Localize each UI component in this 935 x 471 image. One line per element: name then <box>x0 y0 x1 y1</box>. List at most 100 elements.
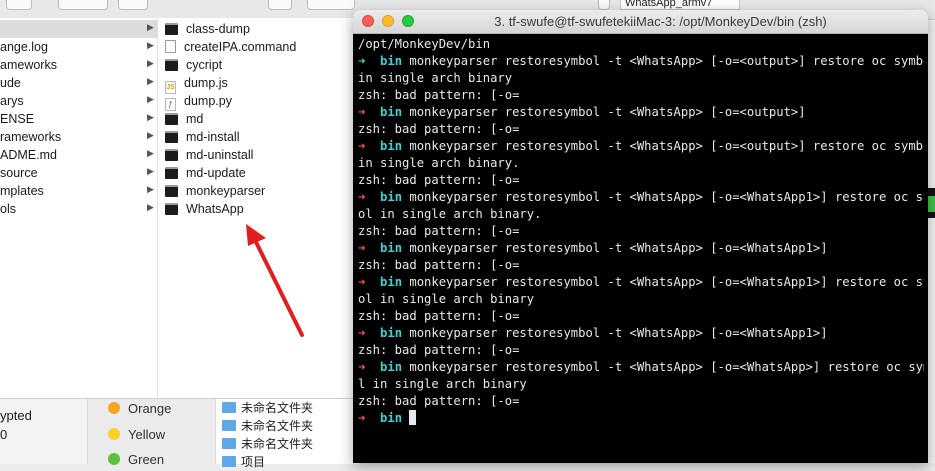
terminal-line: zsh: bad pattern: [-o= <box>358 88 520 102</box>
prompt-directory: bin <box>380 275 403 289</box>
terminal-line: ➜ bin monkeyparser restoresymbol -t <Wha… <box>358 138 924 155</box>
text-cursor[interactable] <box>409 410 417 425</box>
finder-item[interactable]: ols <box>0 200 16 218</box>
file-item[interactable]: class-dump <box>165 20 250 38</box>
folder-item[interactable]: 未命名文件夹 <box>222 417 313 435</box>
toolbar-button[interactable] <box>307 0 355 10</box>
command-text: monkeyparser restoresymbol -t <WhatsApp>… <box>402 190 924 204</box>
disclosure-arrow-icon[interactable]: ▶ <box>147 166 154 177</box>
disclosure-arrow-icon[interactable]: ▶ <box>147 58 154 69</box>
terminal-line: ➜ bin monkeyparser restoresymbol -t <Wha… <box>358 53 924 70</box>
file-item[interactable]: md-update <box>165 164 246 182</box>
disclosure-arrow-icon[interactable]: ▶ <box>147 202 154 213</box>
disclosure-arrow-icon[interactable]: ▶ <box>147 184 154 195</box>
finder-item[interactable]: arys <box>0 92 24 110</box>
command-text: monkeyparser restoresymbol -t <WhatsApp>… <box>402 54 924 68</box>
terminal-line: zsh: bad pattern: [-o= <box>358 309 520 323</box>
finder-item[interactable]: rameworks <box>0 128 61 146</box>
tag-yellow[interactable]: Yellow <box>108 425 165 445</box>
prompt-directory: bin <box>380 241 403 255</box>
orange-tag-dot-icon <box>108 402 120 414</box>
tag-orange[interactable]: Orange <box>108 399 171 419</box>
selected-row[interactable] <box>0 20 158 38</box>
command-text: monkeyparser restoresymbol -t <WhatsApp>… <box>402 105 806 119</box>
terminal-line: zsh: bad pattern: [-o= <box>358 343 520 357</box>
file-item[interactable]: cycript <box>165 56 222 74</box>
folder-item[interactable]: 未命名文件夹 <box>222 399 313 417</box>
green-tag-dot-icon <box>108 453 120 465</box>
finder-item[interactable]: ADME.md <box>0 146 57 164</box>
finder-item[interactable]: ameworks <box>0 56 57 74</box>
terminal-title: 3. tf-swufe@tf-swufetekiiMac-3: /opt/Mon… <box>494 14 827 29</box>
exec-icon <box>165 185 178 197</box>
terminal-line: ➜ bin monkeyparser restoresymbol -t <Wha… <box>358 240 924 257</box>
folder-item[interactable]: 未命名文件夹 <box>222 435 313 453</box>
file-item[interactable]: ƒ dump.py <box>165 92 232 111</box>
disclosure-arrow-icon[interactable]: ▶ <box>147 112 154 123</box>
terminal-window: 3. tf-swufe@tf-swufetekiiMac-3: /opt/Mon… <box>353 10 928 463</box>
terminal-line: in single arch binary <box>358 71 513 85</box>
terminal-line: ➜ bin monkeyparser restoresymbol -t <Wha… <box>358 325 924 342</box>
file-item[interactable]: createIPA.command <box>165 38 296 56</box>
disclosure-arrow-icon[interactable]: ▶ <box>147 22 154 33</box>
folder-icon <box>222 456 236 467</box>
folder-item[interactable]: 项目 <box>222 453 265 471</box>
terminal-line: ol in single arch binary. <box>358 207 542 221</box>
file-item[interactable]: monkeyparser <box>165 182 265 200</box>
tags-list: Orange Yellow Green <box>88 399 216 467</box>
toolbar-button[interactable] <box>6 0 32 10</box>
prompt-arrow-icon: ➜ <box>358 360 381 374</box>
disclosure-arrow-icon[interactable]: ▶ <box>147 130 154 141</box>
terminal-title-bar: 3. tf-swufe@tf-swufetekiiMac-3: /opt/Mon… <box>353 10 928 34</box>
share-button[interactable] <box>268 0 292 10</box>
exec-icon <box>165 167 178 179</box>
command-text <box>402 411 409 425</box>
sidebar-item[interactable]: ypted <box>0 407 32 425</box>
folder-icon <box>222 438 236 449</box>
terminal-output[interactable]: /opt/MonkeyDev/bin ➜ bin monkeyparser res… <box>358 36 924 427</box>
command-text: monkeyparser restoresymbol -t <WhatsApp>… <box>402 326 828 340</box>
sidebar-item[interactable]: 0 <box>0 426 7 444</box>
file-item[interactable]: md <box>165 110 203 128</box>
disclosure-arrow-icon[interactable]: ▶ <box>147 76 154 87</box>
terminal-line: in single arch binary. <box>358 156 520 170</box>
file-label: dump.py <box>184 94 232 108</box>
file-item[interactable]: WhatsApp <box>165 200 244 218</box>
terminal-line: ol in single arch binary <box>358 292 535 306</box>
prompt-directory: bin <box>380 326 403 340</box>
file-label: createIPA.command <box>184 40 297 54</box>
exec-icon <box>165 149 178 161</box>
prompt-directory: bin <box>380 190 403 204</box>
prompt-arrow-icon: ➜ <box>358 275 381 289</box>
file-item[interactable]: md-install <box>165 128 240 146</box>
finder-item[interactable]: source <box>0 164 38 182</box>
annotation-arrow-shaft <box>252 236 304 337</box>
terminal-line: ➜ bin monkeyparser restoresymbol -t <Wha… <box>358 189 924 206</box>
disclosure-arrow-icon[interactable]: ▶ <box>147 94 154 105</box>
exec-icon <box>165 203 178 215</box>
prompt-directory: bin <box>380 139 403 153</box>
prompt-arrow-icon: ➜ <box>358 54 381 68</box>
toolbar-button[interactable] <box>598 0 610 10</box>
disclosure-arrow-icon[interactable]: ▶ <box>147 40 154 51</box>
finder-item[interactable]: ENSE <box>0 110 34 128</box>
toolbar-button[interactable] <box>118 0 148 10</box>
file-item[interactable]: md-uninstall <box>165 146 253 164</box>
view-mode-button[interactable] <box>58 0 108 10</box>
tag-green[interactable]: Green <box>108 450 164 470</box>
terminal-line: ➜ bin monkeyparser restoresymbol -t <Wha… <box>358 104 924 121</box>
file-label: md-uninstall <box>186 148 254 162</box>
command-text: monkeyparser restoresymbol -t <WhatsApp>… <box>402 360 924 374</box>
file-label: md-install <box>186 130 240 144</box>
prompt-arrow-icon: ➜ <box>358 139 381 153</box>
finder-item[interactable]: mplates <box>0 182 44 200</box>
command-text: monkeyparser restoresymbol -t <WhatsApp>… <box>402 275 924 289</box>
prompt-directory: bin <box>380 360 403 374</box>
disclosure-arrow-icon[interactable]: ▶ <box>147 148 154 159</box>
command-text: monkeyparser restoresymbol -t <WhatsApp>… <box>402 139 924 153</box>
file-item[interactable]: JS dump.js <box>165 74 228 94</box>
finder-window: ▶ ange.log ▶ ameworks ▶ ude ▶ arys ▶ ENSE ▶ ramewor… <box>0 18 360 398</box>
terminal-line: zsh: bad pattern: [-o= <box>358 122 520 136</box>
finder-item[interactable]: ange.log <box>0 38 48 56</box>
finder-item[interactable]: ude <box>0 74 21 92</box>
